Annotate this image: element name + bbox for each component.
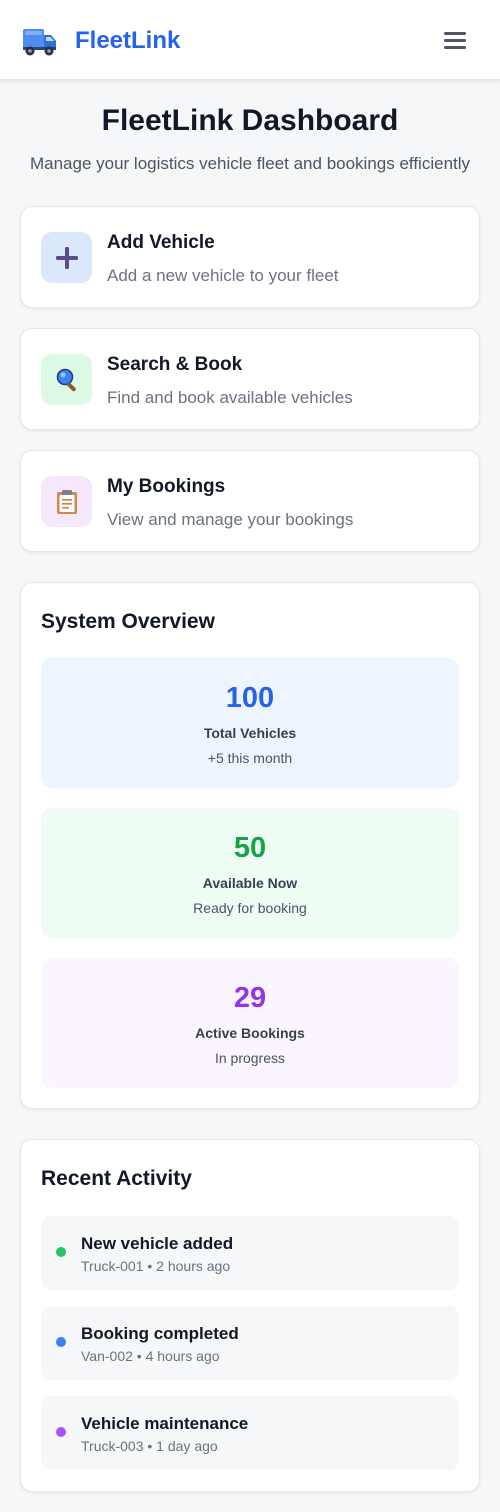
status-dot bbox=[56, 1337, 66, 1347]
truck-icon bbox=[23, 29, 56, 56]
system-overview-card: System Overview 100 Total Vehicles +5 th… bbox=[20, 582, 480, 1109]
section-title: System Overview bbox=[41, 610, 215, 633]
activity-meta: Truck-003 • 1 day ago bbox=[81, 1438, 218, 1454]
search-book-card[interactable]: Search & Book Find and book available ve… bbox=[20, 328, 480, 430]
magnifier-icon bbox=[41, 354, 92, 405]
app-name: FleetLink bbox=[75, 27, 181, 54]
activity-item[interactable]: Vehicle maintenance Truck-003 • 1 day ag… bbox=[41, 1396, 459, 1470]
action-description: View and manage your bookings bbox=[107, 510, 354, 529]
total-vehicles-stat: 100 Total Vehicles +5 this month bbox=[41, 658, 459, 788]
clipboard-icon bbox=[41, 476, 92, 527]
status-dot bbox=[56, 1427, 66, 1437]
activity-item[interactable]: Booking completed Van-002 • 4 hours ago bbox=[41, 1306, 459, 1380]
stat-note: Ready for booking bbox=[193, 900, 307, 916]
active-bookings-stat: 29 Active Bookings In progress bbox=[41, 958, 459, 1088]
stat-value: 50 bbox=[233, 832, 267, 864]
my-bookings-card[interactable]: My Bookings View and manage your booking… bbox=[20, 450, 480, 552]
activity-title: Booking completed bbox=[81, 1324, 239, 1343]
hamburger-menu-icon[interactable] bbox=[440, 28, 470, 52]
activity-meta: Truck-001 • 2 hours ago bbox=[81, 1258, 231, 1274]
stat-label: Active Bookings bbox=[195, 1025, 305, 1041]
plus-icon bbox=[41, 232, 92, 283]
stat-note: In progress bbox=[214, 1050, 286, 1066]
action-title: Add Vehicle bbox=[107, 232, 215, 253]
available-now-stat: 50 Available Now Ready for booking bbox=[41, 808, 459, 938]
action-title: My Bookings bbox=[107, 476, 226, 497]
stat-value: 29 bbox=[233, 982, 267, 1014]
stat-value: 100 bbox=[225, 682, 275, 714]
stat-label: Available Now bbox=[202, 875, 298, 891]
status-dot bbox=[56, 1247, 66, 1257]
add-vehicle-card[interactable]: Add Vehicle Add a new vehicle to your fl… bbox=[20, 206, 480, 308]
stat-label: Total Vehicles bbox=[203, 725, 297, 741]
action-title: Search & Book bbox=[107, 354, 243, 375]
brand-logo[interactable]: FleetLink bbox=[22, 24, 180, 58]
action-description: Find and book available vehicles bbox=[107, 388, 353, 407]
activity-title: Vehicle maintenance bbox=[81, 1414, 249, 1433]
section-title: Recent Activity bbox=[41, 1167, 192, 1190]
activity-meta: Van-002 • 4 hours ago bbox=[81, 1348, 220, 1364]
page-title: FleetLink Dashboard bbox=[101, 104, 399, 137]
stat-note: +5 this month bbox=[207, 750, 293, 766]
action-description: Add a new vehicle to your fleet bbox=[107, 266, 339, 285]
recent-activity-card: Recent Activity New vehicle added Truck-… bbox=[20, 1139, 480, 1492]
page-subtitle: Manage your logistics vehicle fleet and … bbox=[29, 154, 471, 173]
top-navbar: FleetLink bbox=[0, 0, 500, 80]
activity-title: New vehicle added bbox=[81, 1234, 234, 1253]
activity-item[interactable]: New vehicle added Truck-001 • 2 hours ag… bbox=[41, 1216, 459, 1290]
